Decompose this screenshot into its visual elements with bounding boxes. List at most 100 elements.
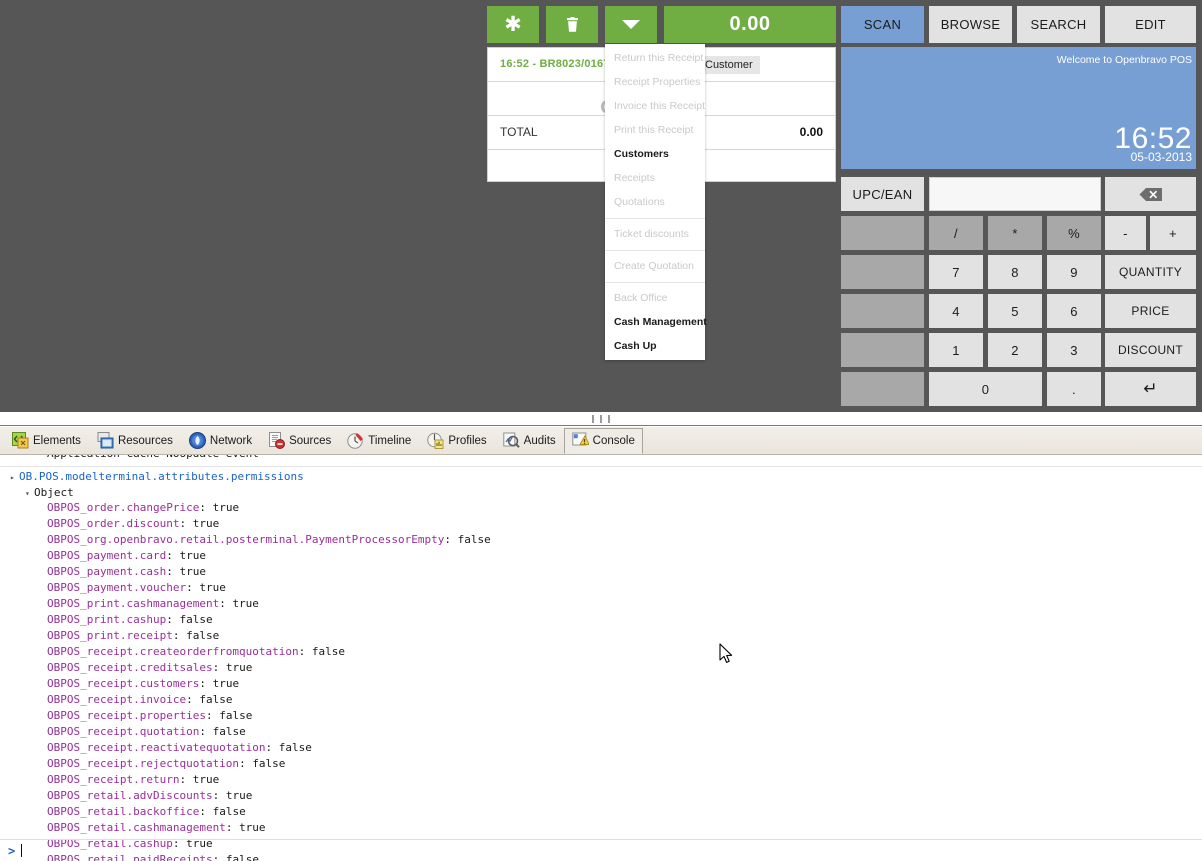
property-separator: : [239, 757, 252, 770]
resources-icon [97, 432, 114, 449]
console-property-row: OBPOS_payment.card: true [0, 548, 1202, 564]
console-property-row: OBPOS_order.changePrice: true [0, 500, 1202, 516]
keypad-enter[interactable]: ↵ [1105, 372, 1196, 406]
keypad-quantity[interactable]: QUANTITY [1105, 255, 1196, 289]
property-value: true [239, 821, 266, 834]
devtools-splitter[interactable] [0, 412, 1202, 426]
receipt-total-button[interactable]: 0.00 [664, 6, 836, 43]
property-separator: : [166, 613, 179, 626]
property-separator: : [219, 597, 232, 610]
keypad-6[interactable]: 6 [1047, 294, 1101, 328]
console-property-row: OBPOS_receipt.reactivatequotation: false [0, 740, 1202, 756]
property-value: true [213, 677, 240, 690]
property-key: OBPOS_receipt.invoice [47, 693, 186, 706]
tab-timeline[interactable]: Timeline [339, 428, 419, 454]
keypad-multiply[interactable]: * [988, 216, 1042, 250]
receipt-total-amount: 0.00 [730, 13, 771, 36]
keypad-4[interactable]: 4 [929, 294, 983, 328]
property-key: OBPOS_print.cashmanagement [47, 597, 219, 610]
console-output[interactable]: Application Cache NoUpdate event ▸OB.POS… [0, 455, 1202, 861]
property-value: false [186, 629, 219, 642]
keypad-5[interactable]: 5 [988, 294, 1042, 328]
console-clipped-line: Application Cache NoUpdate event [0, 455, 1202, 467]
upc-ean-button[interactable]: UPC/EAN [841, 177, 924, 211]
receipt-customer-button[interactable]: Customer [698, 56, 760, 74]
console-property-row: OBPOS_receipt.creditsales: true [0, 660, 1202, 676]
mode-browse-button[interactable]: BROWSE [929, 6, 1012, 43]
property-key: OBPOS_retail.backoffice [47, 805, 199, 818]
property-separator: : [199, 725, 212, 738]
keypad-divide[interactable]: / [929, 216, 983, 250]
menu-separator [605, 250, 705, 251]
property-value: false [312, 645, 345, 658]
console-prompt[interactable]: > [0, 839, 1202, 861]
tab-profiles[interactable]: Profiles [419, 428, 494, 454]
property-key: OBPOS_print.cashup [47, 613, 166, 626]
tab-sources[interactable]: Sources [260, 428, 339, 454]
property-key: OBPOS_receipt.quotation [47, 725, 199, 738]
keypad-3[interactable]: 3 [1047, 333, 1101, 367]
property-key: OBPOS_receipt.rejectquotation [47, 757, 239, 770]
property-value: true [199, 581, 226, 594]
keypad-decimal[interactable]: . [1047, 372, 1101, 406]
menu-item-customers[interactable]: Customers [605, 142, 705, 166]
console-expression: OB.POS.modelterminal.attributes.permissi… [19, 470, 304, 483]
welcome-message: Welcome to Openbravo POS [1057, 54, 1192, 66]
trash-icon [566, 17, 579, 33]
property-value: false [213, 805, 246, 818]
tab-audits[interactable]: Audits [495, 428, 564, 454]
console-property-row: OBPOS_receipt.return: true [0, 772, 1202, 788]
property-separator: : [179, 773, 192, 786]
console-property-row: OBPOS_receipt.quotation: false [0, 724, 1202, 740]
scan-input[interactable] [929, 177, 1101, 211]
property-value: true [232, 597, 259, 610]
tab-label: Resources [118, 435, 173, 447]
tab-label: Sources [289, 435, 331, 447]
keypad-price[interactable]: PRICE [1105, 294, 1196, 328]
property-value: true [193, 773, 220, 786]
mode-edit-button[interactable]: EDIT [1105, 6, 1196, 43]
prompt-arrow-icon: > [0, 844, 21, 858]
tab-elements[interactable]: Elements [4, 428, 89, 454]
keypad-0[interactable]: 0 [929, 372, 1042, 406]
collapse-arrow-icon[interactable]: ▾ [25, 486, 34, 501]
keypad-minus[interactable]: - [1105, 216, 1146, 250]
console-object-line[interactable]: ▾Object [0, 485, 1202, 500]
console-property-row: OBPOS_print.cashmanagement: true [0, 596, 1202, 612]
splitter-grip-icon[interactable] [592, 415, 610, 423]
tab-resources[interactable]: Resources [89, 428, 181, 454]
mode-search-button[interactable]: SEARCH [1017, 6, 1100, 43]
delete-receipt-button[interactable] [546, 6, 598, 43]
tab-label: Network [210, 435, 252, 447]
receipt-id-label: 16:52 - BR8023/01672 [500, 58, 616, 70]
property-separator: : [226, 821, 239, 834]
enter-icon: ↵ [1143, 379, 1158, 399]
property-value: true [226, 661, 253, 674]
property-separator: : [173, 629, 186, 642]
tab-console[interactable]: Console [564, 428, 643, 454]
keypad-9[interactable]: 9 [1047, 255, 1101, 289]
keypad-percent[interactable]: % [1047, 216, 1101, 250]
menu-item-cash-management[interactable]: Cash Management [605, 310, 705, 334]
menu-item-cash-up[interactable]: Cash Up [605, 334, 705, 358]
receipt-total-label: TOTAL [500, 125, 538, 139]
keypad-plus[interactable]: + [1150, 216, 1196, 250]
property-value: false [252, 757, 285, 770]
receipt-menu-button[interactable] [605, 6, 657, 43]
expand-arrow-icon[interactable]: ▸ [10, 470, 19, 486]
console-expression-line[interactable]: ▸OB.POS.modelterminal.attributes.permiss… [0, 469, 1202, 485]
console-property-row: OBPOS_receipt.properties: false [0, 708, 1202, 724]
tab-network[interactable]: Network [181, 428, 260, 454]
menu-item-return-this-receipt: Return this Receipt [605, 46, 705, 70]
new-receipt-button[interactable]: ✱ [487, 6, 539, 43]
keypad-8[interactable]: 8 [988, 255, 1042, 289]
property-separator: : [199, 677, 212, 690]
keypad-2[interactable]: 2 [988, 333, 1042, 367]
backspace-button[interactable] [1105, 177, 1196, 211]
menu-item-quotations: Quotations [605, 190, 705, 214]
mode-scan-button[interactable]: SCAN [841, 6, 924, 43]
keypad-1[interactable]: 1 [929, 333, 983, 367]
property-separator: : [299, 645, 312, 658]
keypad-discount[interactable]: DISCOUNT [1105, 333, 1196, 367]
keypad-7[interactable]: 7 [929, 255, 983, 289]
